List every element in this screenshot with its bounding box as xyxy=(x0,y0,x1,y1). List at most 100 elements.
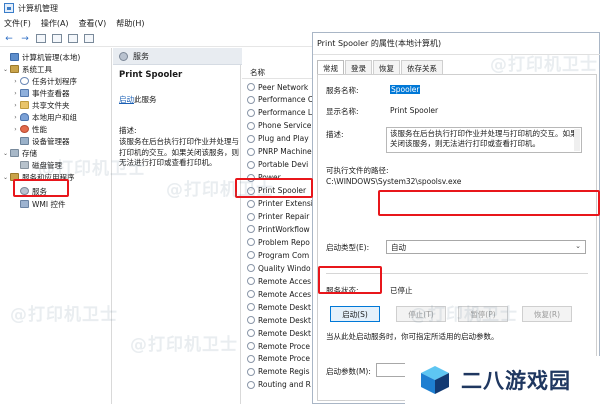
expand-caret-icon[interactable]: ⌄ xyxy=(2,174,9,181)
tree-item-services[interactable]: 服务 xyxy=(12,185,47,197)
event-log-icon xyxy=(20,89,29,97)
stop-button[interactable]: 停止(T) xyxy=(396,306,446,322)
tree-item-performance[interactable]: › 性能 xyxy=(12,123,47,135)
resume-button[interactable]: 恢复(R) xyxy=(522,306,572,322)
menu-help[interactable]: 帮助(H) xyxy=(116,18,144,29)
executable-path-label: 可执行文件的路径: xyxy=(326,166,389,175)
description-scrollbar[interactable] xyxy=(574,129,580,151)
tab-general[interactable]: 常规 xyxy=(317,60,344,74)
startup-type-select[interactable]: 自动 ⌄ xyxy=(386,240,586,254)
service-list-row[interactable]: Remote Proce xyxy=(247,340,312,352)
service-name: Remote Proce xyxy=(258,341,310,351)
tree-item-label: 本地用户和组 xyxy=(32,112,77,122)
service-name: Portable Devi xyxy=(258,160,309,170)
tree-item-device-manager[interactable]: 设备管理器 xyxy=(12,135,70,147)
show-hide-tree-icon[interactable] xyxy=(35,33,47,45)
properties-icon[interactable] xyxy=(51,33,63,45)
service-list-row[interactable]: Remote Proce xyxy=(247,353,312,365)
service-name: Remote Deskt xyxy=(258,302,311,312)
pause-button[interactable]: 暂停(P) xyxy=(458,306,508,322)
service-list-row[interactable]: Problem Repo xyxy=(247,236,312,248)
tree-item-task-scheduler[interactable]: › 任务计划程序 xyxy=(12,75,77,87)
gear-icon xyxy=(247,186,255,195)
description-textbox[interactable]: 该服务在后台执行打印作业并处理与打印机的交互。如果关闭该服务，则无法进行打印或查… xyxy=(386,127,582,153)
service-list-row[interactable]: Phone Service xyxy=(247,120,312,132)
service-list-row[interactable]: Plug and Play xyxy=(247,133,312,145)
forward-arrow-icon[interactable]: → xyxy=(19,33,31,45)
computer-management-icon xyxy=(4,3,14,13)
tree-item-system-tools[interactable]: ⌄ 系统工具 xyxy=(2,63,52,75)
service-list-row[interactable]: Print Spooler xyxy=(247,185,312,197)
tree-item-services-and-apps[interactable]: ⌄ 服务和应用程序 xyxy=(2,171,75,183)
tree-item-storage[interactable]: ⌄ 存储 xyxy=(2,147,37,159)
service-list-row[interactable]: Peer Network xyxy=(247,81,312,93)
expand-caret-icon[interactable]: › xyxy=(12,78,19,85)
gear-icon xyxy=(247,83,255,91)
expand-caret-icon[interactable]: ⌄ xyxy=(2,66,9,73)
menu-bar: 文件(F) 操作(A) 查看(V) 帮助(H) xyxy=(0,16,600,31)
tree-item-disk-management[interactable]: 磁盘管理 xyxy=(12,159,62,171)
service-detail-pane: 服务 Print Spooler 启动此服务 描述: 该服务在后台执行打印作业并… xyxy=(113,48,313,404)
clock-icon xyxy=(20,77,29,85)
service-name: Remote Proce xyxy=(258,354,310,364)
column-header-name[interactable]: 名称 xyxy=(242,66,312,79)
start-service-link[interactable]: 启动 xyxy=(119,95,134,104)
gear-icon xyxy=(247,212,255,221)
pane-header-title: 服务 xyxy=(133,51,149,61)
expand-caret-icon[interactable]: › xyxy=(12,114,19,121)
menu-file[interactable]: 文件(F) xyxy=(4,18,31,29)
service-name-value: Spooler xyxy=(390,85,421,94)
tree-item-wmi-control[interactable]: WMI 控件 xyxy=(12,198,65,210)
cube-logo-icon xyxy=(421,366,449,394)
expand-caret-icon[interactable]: › xyxy=(12,102,19,109)
service-list-row[interactable]: Power xyxy=(247,172,312,184)
tree-item-label: 事件查看器 xyxy=(32,88,70,98)
gear-icon xyxy=(247,342,255,350)
users-icon xyxy=(20,113,29,121)
tools-icon xyxy=(10,65,19,73)
service-list-row[interactable]: Printer Extensi xyxy=(247,198,312,210)
service-name: Problem Repo xyxy=(258,237,310,247)
start-button[interactable]: 启动(S) xyxy=(330,306,380,322)
service-list-row[interactable]: Portable Devi xyxy=(247,159,312,171)
service-list-row[interactable]: PNRP Machine xyxy=(247,146,312,158)
tree-item-event-viewer[interactable]: › 事件查看器 xyxy=(12,87,70,99)
service-list-row[interactable]: Quality Windo xyxy=(247,262,312,274)
tree-item-local-users-groups[interactable]: › 本地用户和组 xyxy=(12,111,77,123)
service-list-row[interactable]: Performance L xyxy=(247,107,312,119)
service-list-row[interactable]: Printer Repair xyxy=(247,211,312,223)
service-list-row[interactable]: Remote Deskt xyxy=(247,301,312,313)
service-list-row[interactable]: Remote Regis xyxy=(247,366,312,378)
tab-recovery[interactable]: 恢复 xyxy=(373,60,400,74)
service-list-row[interactable]: Remote Deskt xyxy=(247,314,312,326)
service-list-row[interactable]: Routing and R xyxy=(247,379,312,391)
startup-type-label: 启动类型(E): xyxy=(326,243,370,252)
wmi-icon xyxy=(20,200,29,208)
tree-item-computer-management[interactable]: 计算机管理(本地) xyxy=(2,51,80,63)
gear-icon xyxy=(247,290,255,299)
tree-item-shared-folders[interactable]: › 共享文件夹 xyxy=(12,99,70,111)
service-list-row[interactable]: Remote Acces xyxy=(247,288,312,300)
refresh-icon[interactable] xyxy=(67,33,79,45)
back-arrow-icon[interactable]: ← xyxy=(3,33,15,45)
start-parameters-label: 启动参数(M): xyxy=(326,367,371,376)
tree-item-label: 共享文件夹 xyxy=(32,100,70,110)
expand-caret-icon[interactable]: ⌄ xyxy=(2,150,9,157)
service-list-row[interactable]: Program Com xyxy=(247,249,312,261)
service-list-row[interactable]: Remote Acces xyxy=(247,275,312,287)
service-list-row[interactable]: Performance C xyxy=(247,94,312,106)
gear-icon xyxy=(247,95,255,104)
tab-dependencies[interactable]: 依存关系 xyxy=(401,60,443,74)
tree-item-label: 设备管理器 xyxy=(32,136,70,146)
service-name: Performance L xyxy=(258,108,312,118)
help-icon[interactable] xyxy=(83,33,95,45)
menu-action[interactable]: 操作(A) xyxy=(41,18,69,29)
dialog-title: Print Spooler 的属性(本地计算机) xyxy=(313,33,600,55)
service-list-row[interactable]: Remote Deskt xyxy=(247,327,312,339)
expand-caret-icon[interactable]: › xyxy=(12,126,19,133)
service-list-row[interactable]: PrintWorkflow xyxy=(247,223,312,235)
expand-caret-icon[interactable]: › xyxy=(12,90,19,97)
menu-view[interactable]: 查看(V) xyxy=(79,18,107,29)
gear-icon xyxy=(247,147,255,156)
tab-logon[interactable]: 登录 xyxy=(345,60,372,74)
